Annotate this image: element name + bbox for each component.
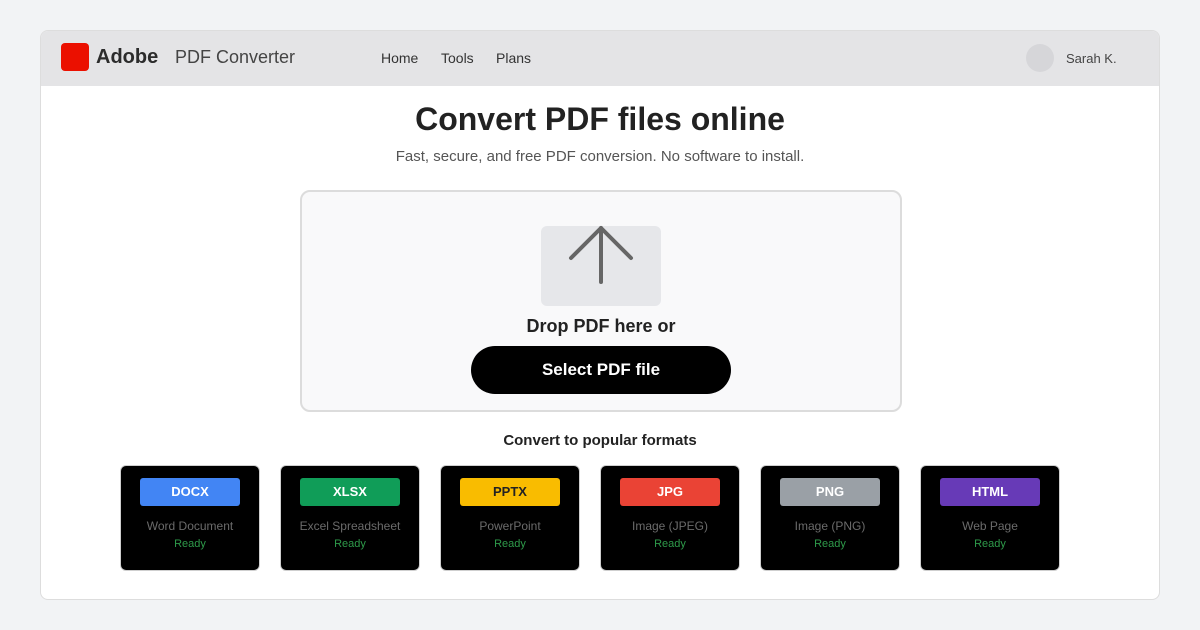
format-tile-xlsx[interactable]: XLSX Excel Spreadsheet Ready xyxy=(280,465,420,571)
format-status: Ready xyxy=(334,538,366,550)
format-label: Excel Spreadsheet xyxy=(299,519,401,533)
format-label: PowerPoint xyxy=(479,519,541,533)
top-bar: Adobe PDF Converter Home Tools Plans Sar… xyxy=(41,31,1159,86)
format-tile-html[interactable]: HTML Web Page Ready xyxy=(920,465,1060,571)
format-badge: PNG xyxy=(780,478,880,506)
format-label: Web Page xyxy=(962,519,1018,533)
formats-title: Convert to popular formats xyxy=(503,432,697,449)
format-status: Ready xyxy=(494,538,526,550)
upload-icon-box xyxy=(541,226,661,306)
format-badge: PPTX xyxy=(460,478,560,506)
format-tile-jpg[interactable]: JPG Image (JPEG) Ready xyxy=(600,465,740,571)
format-status: Ready xyxy=(654,538,686,550)
nav-tools[interactable]: Tools xyxy=(441,50,474,66)
format-badge: XLSX xyxy=(300,478,400,506)
file-dropzone[interactable]: Drop PDF here or Select PDF file xyxy=(300,190,902,412)
brand-name: Adobe xyxy=(96,46,159,68)
adobe-logo-icon xyxy=(61,43,89,71)
upload-arrow-icon xyxy=(569,226,633,284)
avatar[interactable] xyxy=(1026,44,1054,72)
format-tile-docx[interactable]: DOCX Word Document Ready xyxy=(120,465,260,571)
page-subtitle: Fast, secure, and free PDF conversion. N… xyxy=(395,148,805,165)
nav-plans[interactable]: Plans xyxy=(496,50,531,66)
format-badge: JPG xyxy=(620,478,720,506)
format-label: Image (JPEG) xyxy=(631,519,709,533)
format-tile-png[interactable]: PNG Image (PNG) Ready xyxy=(760,465,900,571)
format-badge: DOCX xyxy=(140,478,240,506)
format-status: Ready xyxy=(174,538,206,550)
drop-prompt: Drop PDF here or xyxy=(526,316,676,336)
format-badge: HTML xyxy=(940,478,1040,506)
select-pdf-button[interactable]: Select PDF file xyxy=(471,346,731,394)
page-title: Convert PDF files online xyxy=(415,101,785,137)
nav-home[interactable]: Home xyxy=(381,50,418,66)
user-name[interactable]: Sarah K. xyxy=(1066,51,1117,66)
format-status: Ready xyxy=(814,538,846,550)
format-status: Ready xyxy=(974,538,1006,550)
format-label: Word Document xyxy=(146,519,234,533)
format-tile-pptx[interactable]: PPTX PowerPoint Ready xyxy=(440,465,580,571)
format-label: Image (PNG) xyxy=(794,519,866,533)
product-name: PDF Converter xyxy=(175,47,296,67)
converter-card: Adobe PDF Converter Home Tools Plans Sar… xyxy=(40,30,1160,600)
